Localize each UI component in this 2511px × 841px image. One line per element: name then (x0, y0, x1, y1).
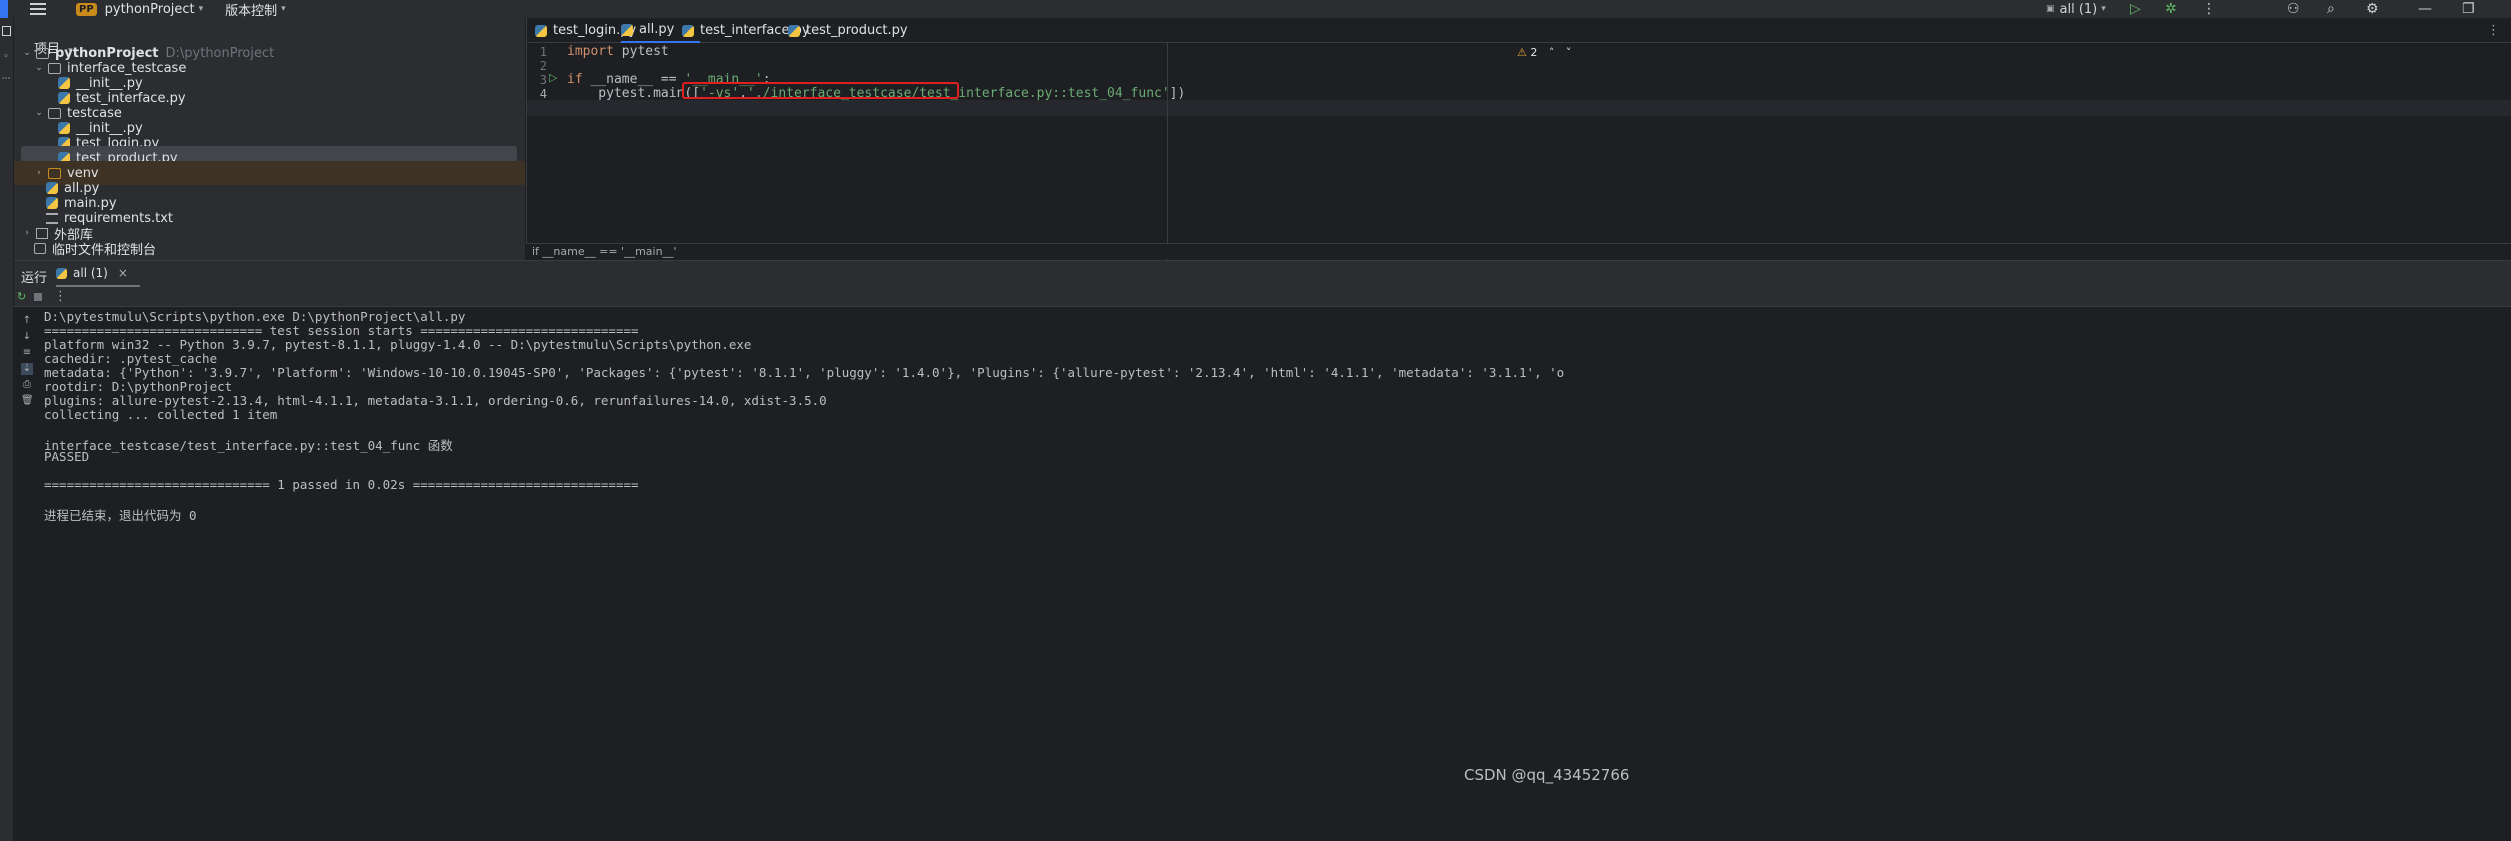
code-line-1[interactable]: import pytest (567, 44, 669, 59)
debug-icon[interactable]: ✲ (2165, 0, 2177, 18)
chevron-down-icon[interactable]: ▾ (281, 4, 286, 14)
console-line: PASSED (44, 449, 90, 464)
arrow-down-icon[interactable]: ↓ (21, 331, 33, 343)
code-text: pytest.main([ (567, 86, 701, 101)
python-file-icon (621, 23, 633, 36)
tabs-more-icon[interactable]: ⋮ (2487, 18, 2500, 43)
title-bar: PP pythonProject ▾ 版本控制 ▾ ▣ all (1) ▾ ▷ … (0, 0, 2511, 19)
tree-item-scratches[interactable]: 临时文件和控制台 (14, 236, 525, 260)
warning-icon: ⚠ (1517, 46, 1527, 59)
keyword-import: import (567, 44, 614, 59)
project-badge: PP (76, 2, 97, 16)
close-icon[interactable]: × (118, 266, 128, 280)
console-line: D:\pytestmulu\Scripts\python.exe D:\pyth… (44, 309, 466, 324)
tab-test-product-py[interactable]: test_product.py (788, 18, 908, 43)
console-line: platform win32 -- Python 3.9.7, pytest-8… (44, 337, 752, 352)
rerun-icon[interactable]: ↻ (17, 290, 26, 303)
chevron-down-icon[interactable]: ▾ (199, 4, 204, 14)
run-panel: 运行 all (1) × ↻ ⋮ ↑ ↓ ≡ ⇣ ⎙ 🗑 D:\pytestmu… (14, 260, 2511, 841)
python-file-icon (56, 267, 67, 279)
tab-run-all[interactable]: all (1) × (56, 261, 140, 287)
warning-count: 2 (1530, 46, 1538, 59)
code-editor: test_login.py all.py × test_interface.py… (526, 18, 2511, 261)
python-file-icon (788, 24, 800, 37)
run-panel-header: 运行 all (1) × (14, 261, 2511, 287)
watermark: CSDN @qq_43452766 (1464, 766, 1630, 784)
red-annotation-box (682, 82, 959, 99)
console-line: 进程已结束，退出代码为 0 (44, 508, 197, 523)
trash-icon[interactable]: 🗑 (21, 395, 34, 407)
add-user-icon[interactable]: ⚇ (2287, 0, 2300, 18)
inspection-widget[interactable]: ⚠ 2 ˄ ˅ (1517, 46, 1571, 59)
scroll-to-end-icon[interactable]: ⇣ (21, 363, 33, 375)
chevron-up-icon[interactable]: ˄ (1549, 46, 1555, 59)
gear-icon[interactable]: ⚙ (2366, 0, 2379, 18)
current-line-highlight (527, 100, 2511, 116)
console-line: rootdir: D:\pythonProject (44, 379, 233, 394)
project-selector[interactable]: pythonProject (105, 2, 195, 17)
arrow-up-icon[interactable]: ↑ (21, 315, 33, 327)
python-file-icon (682, 24, 694, 37)
editor-tabs: test_login.py all.py × test_interface.py… (527, 18, 2511, 43)
chevron-down-icon[interactable]: ˅ (1566, 46, 1572, 59)
stop-icon[interactable] (34, 293, 42, 301)
right-margin-guide (1167, 43, 1168, 261)
console-line: ============================== 1 passed … (44, 477, 639, 492)
minimize-icon[interactable]: — (2418, 0, 2432, 18)
run-config-selector[interactable]: ▣ all (1) ▾ (2042, 0, 2106, 18)
vcs-menu[interactable]: 版本控制 (225, 0, 277, 19)
console-line: cachedir: .pytest_cache (44, 351, 218, 366)
restore-icon[interactable]: ❐ (2462, 0, 2475, 18)
app-logo-icon (0, 0, 8, 18)
tree-item-label: 临时文件和控制台 (52, 242, 157, 258)
search-icon[interactable]: ⌕ (2327, 0, 2335, 18)
console-line: collecting ... collected 1 item (44, 407, 278, 422)
project-tool-icon[interactable] (2, 26, 11, 36)
console-line: metadata: {'Python': '3.9.7', 'Platform'… (44, 365, 1564, 380)
run-side-toolbar: ↑ ↓ ≡ ⇣ ⎙ 🗑 (14, 307, 44, 841)
tool-window-strip: ◦ ⋯ (0, 18, 14, 841)
tab-label: all.py (639, 22, 675, 37)
keyword-if: if (567, 72, 583, 87)
code-text: ]) (1169, 86, 1186, 101)
chevron-down-icon: ▾ (2101, 4, 2106, 14)
console-line: plugins: allure-pytest-2.13.4, html-4.1.… (44, 393, 827, 408)
line-number: 2 (539, 59, 547, 73)
run-icon[interactable]: ▷ (2130, 0, 2141, 18)
more-icon[interactable]: ⋮ (54, 289, 67, 304)
line-number: 4 (539, 87, 547, 101)
line-number: 1 (539, 45, 547, 59)
soft-wrap-icon[interactable]: ≡ (21, 347, 33, 359)
run-config-label: all (1) (2059, 1, 2098, 17)
run-tab-label: all (1) (73, 266, 108, 280)
scratch-console-icon (34, 242, 46, 254)
run-gutter-icon[interactable]: ▷ (549, 71, 557, 84)
run-toolbar: ↻ ⋮ (14, 287, 2511, 307)
print-icon[interactable]: ⎙ (21, 379, 33, 391)
python-file-icon (535, 24, 547, 37)
breadcrumb-item[interactable]: if __name__ == '__main__' (532, 245, 677, 258)
console-line: ============================= test sessi… (44, 323, 639, 338)
commit-tool-icon[interactable]: ◦ (0, 52, 12, 66)
code-text: __name__ == (582, 72, 685, 87)
tab-label: test_product.py (806, 23, 908, 38)
structure-tool-icon[interactable]: ⋯ (0, 74, 12, 88)
run-panel-title: 运行 (21, 271, 48, 286)
main-menu-icon[interactable] (30, 3, 46, 15)
line-number: 3 (539, 73, 547, 87)
breadcrumb[interactable]: if __name__ == '__main__' (526, 243, 2511, 259)
more-icon[interactable]: ⋮ (2202, 0, 2216, 18)
code-text: pytest (613, 44, 669, 59)
console-line: interface_testcase/test_interface.py::te… (44, 438, 453, 453)
